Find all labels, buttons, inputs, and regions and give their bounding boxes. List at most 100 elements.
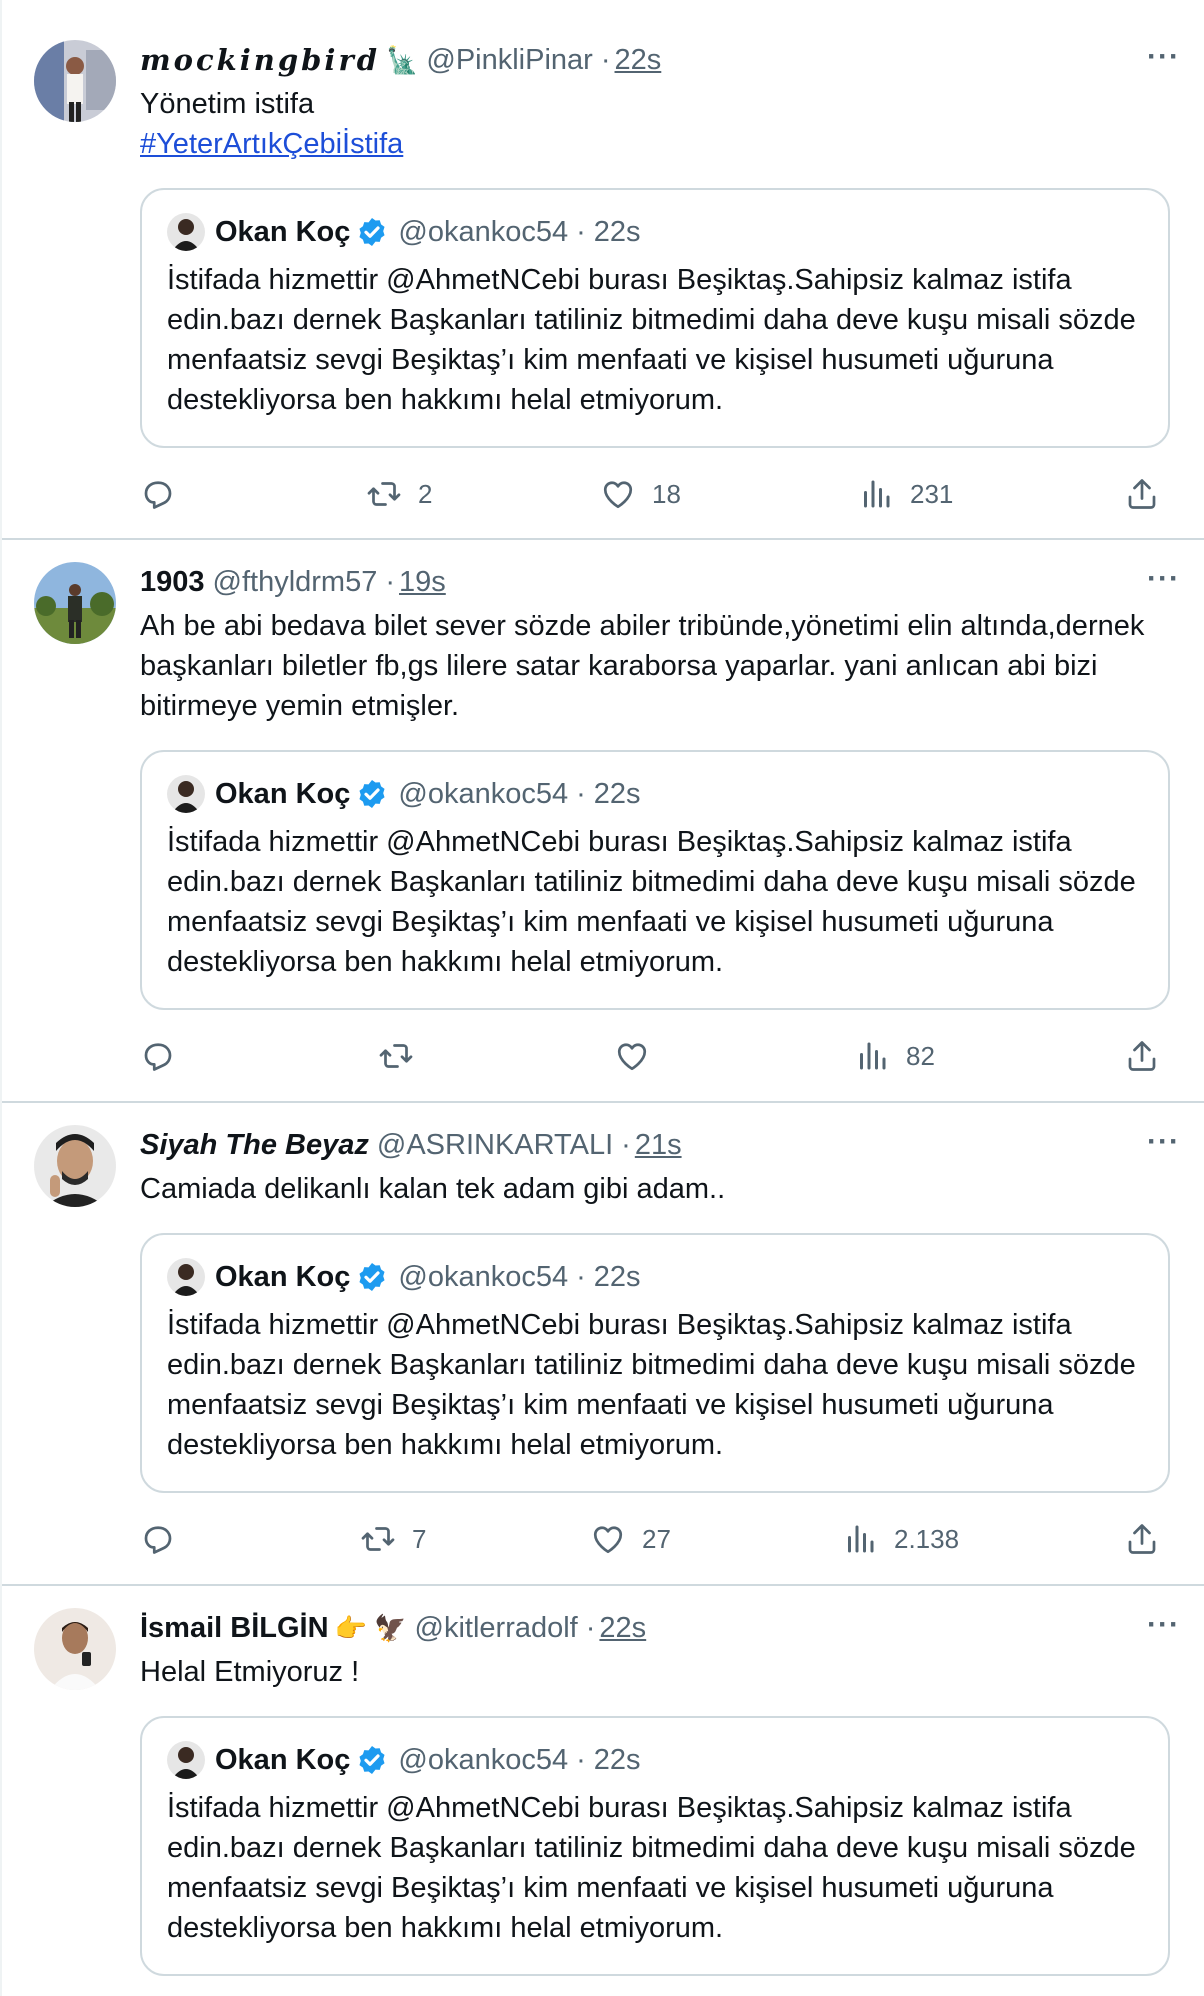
verified-badge-icon <box>359 780 385 808</box>
avatar[interactable] <box>34 1608 116 1690</box>
quoted-timestamp: 22s <box>593 215 641 248</box>
heart-icon <box>617 1043 647 1071</box>
tweet[interactable]: 1903 @fthyldrm57 · 19s ··· Ah be abi bed… <box>2 540 1204 1103</box>
quoted-tweet-header: Okan Koç @okankoc54 · 22s <box>167 1257 1143 1297</box>
quoted-author-handle: @okankoc54 <box>398 215 569 248</box>
heart-icon <box>603 481 633 509</box>
author-handle[interactable]: @kitlerradolf <box>415 1612 578 1645</box>
timestamp[interactable]: 22s <box>599 1612 646 1645</box>
quoted-avatar <box>167 775 205 813</box>
separator: · <box>576 1743 586 1776</box>
quoted-avatar <box>167 1258 205 1296</box>
quoted-tweet[interactable]: Okan Koç @okankoc54 · 22s İstifada hizme… <box>140 188 1170 448</box>
author-name[interactable]: 𝒎𝒐𝒄𝒌𝒊𝒏𝒈𝒃𝒊𝒓𝒅 <box>140 43 380 77</box>
tweet-text: Camiada delikanlı kalan tek adam gibi ad… <box>140 1173 726 1205</box>
separator: · <box>576 777 586 810</box>
retweet-button[interactable] <box>378 1036 430 1076</box>
retweet-button[interactable]: 7 <box>360 1519 426 1559</box>
views-button[interactable]: 82 <box>854 1036 935 1076</box>
analytics-icon <box>860 1042 886 1070</box>
avatar[interactable] <box>34 40 116 122</box>
author-handle[interactable]: @PinkliPinar <box>426 44 592 77</box>
share-button[interactable] <box>1124 474 1160 514</box>
author-handle[interactable]: @ASRINKARTALI <box>377 1129 613 1162</box>
quoted-tweet-text: İstifada hizmettir @AhmetNCebi burası Be… <box>167 826 1136 978</box>
hashtag-link[interactable]: #YeterArtıkÇebiİstifa <box>140 124 1164 164</box>
tweet-text: Ah be abi bedava bilet sever sözde abile… <box>140 610 1145 722</box>
analytics-icon <box>848 1525 874 1553</box>
view-count: 2.138 <box>894 1523 960 1554</box>
like-button[interactable]: 27 <box>590 1519 671 1559</box>
timestamp[interactable]: 22s <box>615 44 662 77</box>
quoted-tweet-header: Okan Koç @okankoc54 · 22s <box>167 774 1143 814</box>
quoted-avatar <box>167 213 205 251</box>
quoted-tweet-text: İstifada hizmettir @AhmetNCebi burası Be… <box>167 1309 1136 1461</box>
analytics-icon <box>864 480 890 508</box>
timestamp[interactable]: 21s <box>635 1129 682 1162</box>
timestamp[interactable]: 19s <box>399 566 446 599</box>
tweet-text: Helal Etmiyoruz ! <box>140 1656 360 1688</box>
reply-icon <box>144 1526 172 1554</box>
tweet[interactable]: 𝒎𝒐𝒄𝒌𝒊𝒏𝒈𝒃𝒊𝒓𝒅 🗽 @PinkliPinar · 22s ··· Yön… <box>2 0 1204 540</box>
statue-of-liberty-emoji: 🗽 <box>386 44 419 75</box>
author-name[interactable]: 1903 <box>140 566 205 599</box>
author-name[interactable]: Siyah The Beyaz <box>140 1129 369 1162</box>
separator: · <box>621 1128 631 1161</box>
reply-button[interactable] <box>140 474 192 514</box>
quoted-author-name: Okan Koç <box>215 1260 351 1293</box>
separator: · <box>600 43 611 76</box>
quoted-timestamp: 22s <box>593 1260 641 1293</box>
quoted-tweet[interactable]: Okan Koç @okankoc54 · 22s İstifada hizme… <box>140 1716 1170 1976</box>
like-button[interactable] <box>614 1036 666 1076</box>
quoted-tweet[interactable]: Okan Koç @okankoc54 · 22s İstifada hizme… <box>140 750 1170 1010</box>
separator: · <box>576 215 586 248</box>
tweet[interactable]: Siyah The Beyaz @ASRINKARTALI · 21s ··· … <box>2 1103 1204 1586</box>
verified-badge-icon <box>359 1263 385 1291</box>
reply-button[interactable] <box>140 1519 192 1559</box>
quoted-timestamp: 22s <box>593 1743 641 1776</box>
tweet-actions: 82 <box>140 1036 1170 1076</box>
tweet-header: İsmail BİLGİN 👉 🦅 @kitlerradolf · 22s <box>140 1608 1184 1648</box>
more-options-icon[interactable]: ··· <box>1147 1608 1180 1642</box>
retweet-button[interactable]: 2 <box>366 474 432 514</box>
separator: · <box>385 565 396 598</box>
more-options-icon[interactable]: ··· <box>1147 40 1180 74</box>
retweet-icon <box>361 1527 395 1551</box>
avatar[interactable] <box>34 1125 116 1207</box>
verified-badge-icon <box>359 218 385 246</box>
views-button[interactable]: 2.138 <box>842 1519 959 1559</box>
tweet[interactable]: İsmail BİLGİN 👉 🦅 @kitlerradolf · 22s ··… <box>2 1586 1204 1996</box>
tweet-header: 𝒎𝒐𝒄𝒌𝒊𝒏𝒈𝒃𝒊𝒓𝒅 🗽 @PinkliPinar · 22s <box>140 40 1184 80</box>
separator: · <box>585 1611 596 1644</box>
heart-icon <box>593 1526 623 1554</box>
retweet-count: 2 <box>418 478 433 509</box>
quoted-tweet-header: Okan Koç @okankoc54 · 22s <box>167 212 1143 252</box>
quoted-tweet[interactable]: Okan Koç @okankoc54 · 22s İstifada hizme… <box>140 1233 1170 1493</box>
share-button[interactable] <box>1124 1519 1160 1559</box>
quoted-tweet-text: İstifada hizmettir @AhmetNCebi burası Be… <box>167 1792 1136 1944</box>
retweet-icon <box>367 482 401 506</box>
tweet-header: Siyah The Beyaz @ASRINKARTALI · 21s <box>140 1125 1184 1165</box>
tweet-actions: 2 18 231 <box>140 474 1170 514</box>
quoted-author-handle: @okankoc54 <box>398 1743 569 1776</box>
views-button[interactable]: 231 <box>858 474 953 514</box>
tweet-text: Yönetim istifa #YeterArtıkÇebiİstifa <box>140 84 1164 164</box>
author-name[interactable]: İsmail BİLGİN <box>140 1612 329 1645</box>
reply-icon <box>144 481 172 509</box>
share-button[interactable] <box>1124 1036 1160 1076</box>
tweet-actions: 7 27 2.138 <box>140 1519 1170 1559</box>
like-button[interactable]: 18 <box>600 474 681 514</box>
quoted-avatar <box>167 1741 205 1779</box>
quoted-author-handle: @okankoc54 <box>398 1260 569 1293</box>
more-options-icon[interactable]: ··· <box>1147 1125 1180 1159</box>
quoted-tweet-header: Okan Koç @okankoc54 · 22s <box>167 1740 1143 1780</box>
avatar[interactable] <box>34 562 116 644</box>
tweet-body: Yönetim istifa <box>140 88 315 120</box>
timeline-feed: 𝒎𝒐𝒄𝒌𝒊𝒏𝒈𝒃𝒊𝒓𝒅 🗽 @PinkliPinar · 22s ··· Yön… <box>0 0 1204 1996</box>
author-handle[interactable]: @fthyldrm57 <box>213 566 378 599</box>
reply-button[interactable] <box>140 1036 192 1076</box>
quoted-author-name: Okan Koç <box>215 1743 351 1776</box>
view-count: 82 <box>906 1040 935 1071</box>
more-options-icon[interactable]: ··· <box>1147 562 1180 596</box>
quoted-timestamp: 22s <box>593 777 641 810</box>
